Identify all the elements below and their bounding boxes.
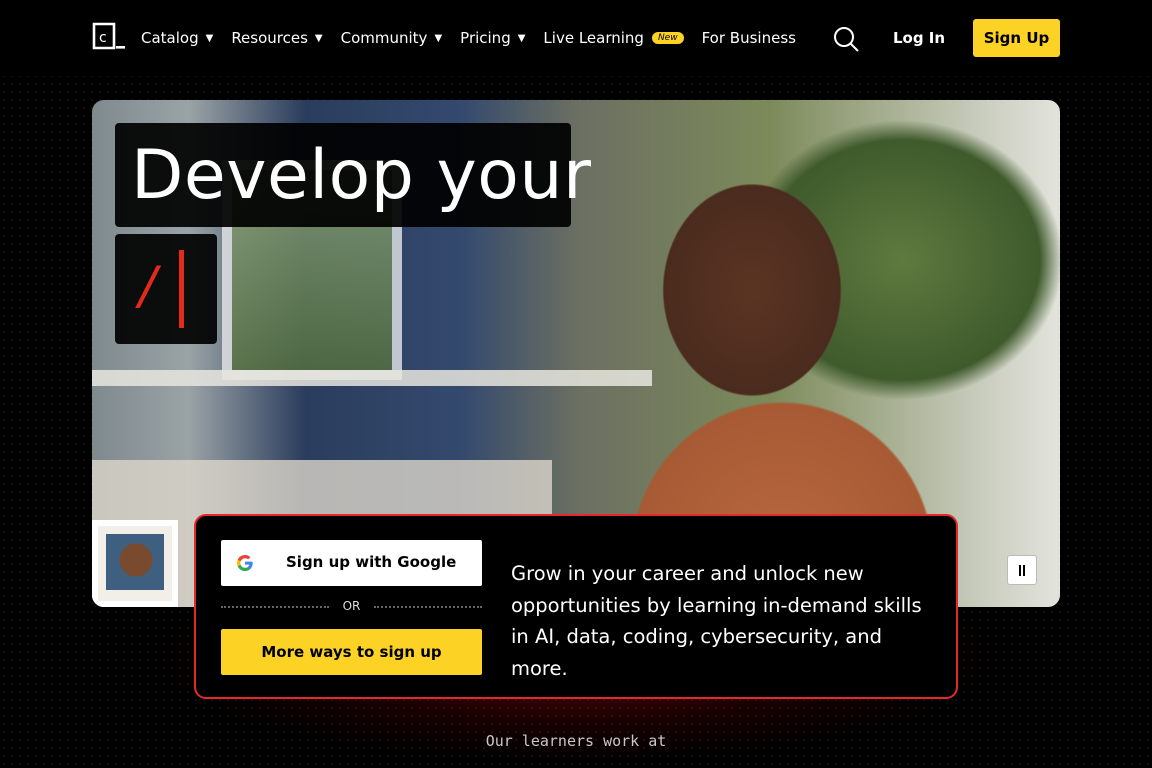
typing-animation-box: / — [115, 234, 217, 344]
nav-pricing-label: Pricing — [460, 29, 511, 47]
nav-live-learning-label: Live Learning — [543, 29, 644, 47]
nav-for-business-label: For Business — [701, 29, 796, 47]
chevron-down-icon: ▼ — [517, 32, 526, 44]
or-line-left — [221, 606, 329, 608]
nav-catalog[interactable]: Catalog ▼ — [141, 29, 213, 47]
nav-community-label: Community — [340, 29, 428, 47]
or-divider: OR — [221, 598, 482, 614]
top-nav: c Catalog ▼ Resources ▼ Community ▼ Pric… — [0, 0, 1152, 76]
more-ways-signup-button[interactable]: More ways to sign up — [221, 629, 482, 675]
or-line-right — [374, 606, 482, 608]
google-signup-label: Sign up with Google — [286, 553, 457, 571]
nav-catalog-label: Catalog — [141, 29, 199, 47]
search-icon[interactable] — [832, 25, 860, 53]
typing-text: / — [139, 256, 157, 316]
login-button[interactable]: Log In — [884, 19, 954, 57]
chevron-down-icon: ▼ — [314, 32, 323, 44]
hero-headline: Develop your — [131, 135, 592, 215]
typing-cursor — [179, 250, 184, 328]
or-label: OR — [342, 599, 361, 613]
google-signup-button[interactable]: Sign up with Google — [221, 540, 482, 586]
nav-community[interactable]: Community ▼ — [341, 29, 443, 47]
svg-text:c: c — [99, 30, 107, 46]
chevron-down-icon: ▼ — [205, 32, 214, 44]
nav-pricing[interactable]: Pricing ▼ — [460, 29, 525, 47]
pause-button[interactable] — [1007, 555, 1037, 585]
pause-icon — [1019, 564, 1021, 576]
google-icon — [237, 555, 253, 571]
pause-icon-bar — [1023, 564, 1025, 576]
chevron-down-icon: ▼ — [434, 32, 443, 44]
hero-sill-image — [92, 370, 652, 386]
signup-button[interactable]: Sign Up — [973, 19, 1060, 57]
signup-card-copy: Grow in your career and unlock new oppor… — [511, 562, 922, 680]
nav-resources-label: Resources — [231, 29, 308, 47]
nav-resources[interactable]: Resources ▼ — [231, 29, 322, 47]
signup-card: Sign up with Google OR More ways to sign… — [194, 514, 958, 699]
nav-for-business[interactable]: For Business — [702, 29, 796, 47]
hero-headline-box: Develop your — [115, 123, 591, 227]
codecademy-logo[interactable]: c — [92, 22, 126, 50]
learners-heading: Our learners work at — [485, 732, 667, 750]
new-badge: New — [651, 32, 684, 44]
nav-links: Catalog ▼ Resources ▼ Community ▼ Pricin… — [141, 26, 814, 50]
nav-live-learning[interactable]: Live Learning New — [543, 29, 684, 47]
